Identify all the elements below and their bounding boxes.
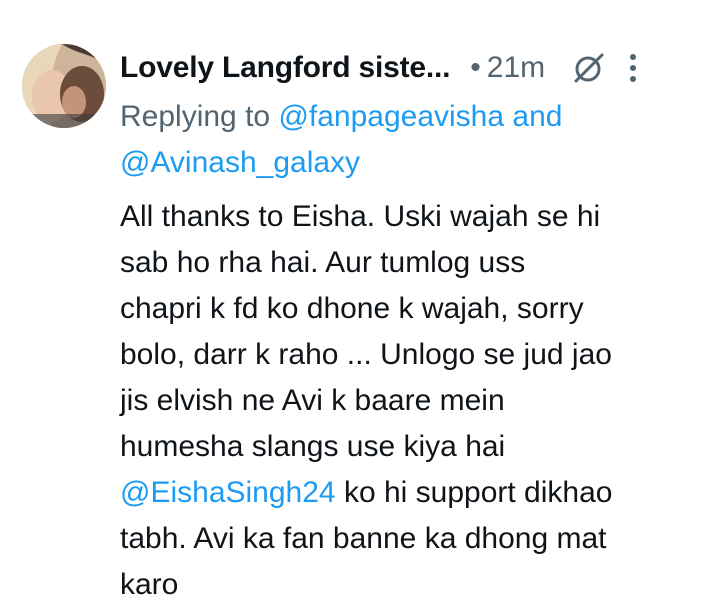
tweet-line: tabh. Avi ka fan banne ka dhong mat (120, 522, 607, 555)
tweet-text: All thanks to Eisha. Uski wajah se hi sa… (120, 194, 705, 608)
more-options-icon[interactable] (621, 48, 645, 88)
grok-icon[interactable] (571, 50, 607, 86)
replying-to-and: and (512, 100, 563, 133)
tweet-line: humesha slangs use kiya hai (120, 430, 506, 463)
tweet-line: jis elvish ne Avi k baare mein (120, 384, 505, 417)
mention-link-fanpageavisha[interactable]: @fanpageavisha (278, 100, 504, 133)
tweet-line: All thanks to Eisha. Uski wajah se hi (120, 200, 601, 233)
replying-to-label: Replying to (120, 100, 271, 133)
tweet-line: bolo, darr k raho ... Unlogo se jud jao (120, 338, 612, 371)
tweet-header: Lovely Langford siste... • 21m (120, 46, 705, 90)
tweet-line: chapri k fd ko dhone k wajah, sorry (120, 292, 584, 325)
timestamp[interactable]: 21m (487, 51, 545, 85)
tweet-line-text: ko hi support dikhao (335, 476, 613, 509)
avatar-image (22, 44, 106, 128)
separator-dot: • (470, 51, 481, 84)
author-name[interactable]: Lovely Langford siste... (120, 51, 450, 85)
tweet-line: karo (120, 568, 179, 601)
mention-link-avinash-galaxy[interactable]: @Avinash_galaxy (120, 146, 360, 179)
avatar[interactable] (22, 44, 106, 128)
replying-to: Replying to @fanpageavisha and @Avinash_… (120, 94, 710, 186)
tweet-line: sab ho rha hai. Aur tumlog uss (120, 246, 526, 279)
mention-link-eishasingh24[interactable]: @EishaSingh24 (120, 476, 336, 509)
tweet-line: @EishaSingh24 ko hi support dikhao (120, 470, 705, 516)
